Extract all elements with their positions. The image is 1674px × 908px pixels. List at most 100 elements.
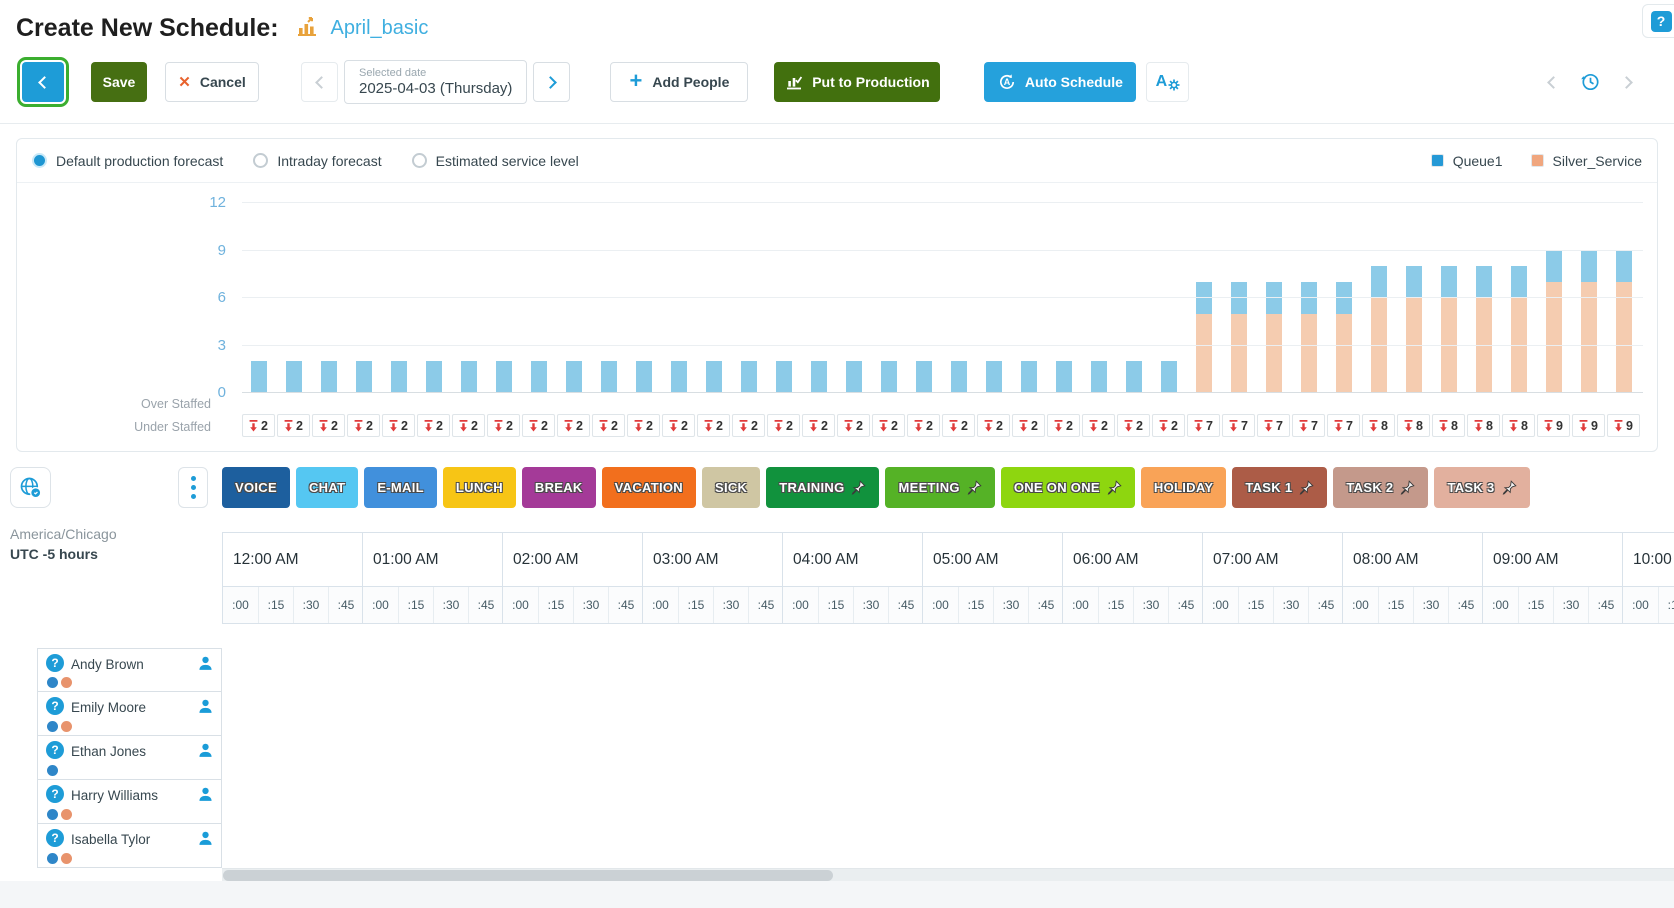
- activity-button-training[interactable]: TRAINING: [766, 467, 879, 508]
- under-staffed-cell: 7: [1292, 414, 1325, 437]
- activity-button-task-2[interactable]: TASK 2: [1333, 467, 1428, 508]
- pin-icon: [851, 480, 866, 495]
- under-staffed-arrow-icon: [389, 420, 398, 432]
- person-icon: [197, 655, 214, 672]
- queue1-segment: [496, 361, 512, 393]
- forecast-option-default-production-forecast[interactable]: Default production forecast: [32, 153, 223, 169]
- scrollbar-thumb[interactable]: [223, 870, 833, 881]
- activity-button-chat[interactable]: CHAT: [296, 467, 358, 508]
- activity-button-meeting[interactable]: MEETING: [885, 467, 994, 508]
- employee-name-cell[interactable]: ?Ethan Jones: [37, 736, 222, 780]
- previous-day-button[interactable]: [301, 62, 338, 102]
- question-icon[interactable]: ?: [46, 829, 64, 847]
- row-options-button[interactable]: [178, 467, 208, 508]
- under-staffed-value: 2: [996, 419, 1003, 433]
- back-button[interactable]: [22, 62, 64, 102]
- activity-label: VOICE: [235, 480, 277, 495]
- quarter-label: :45: [608, 587, 643, 623]
- employee-name-cell[interactable]: ?Isabella Tylor: [37, 824, 222, 868]
- queue1-segment: [1371, 266, 1387, 298]
- activity-button-break[interactable]: BREAK: [522, 467, 596, 508]
- activity-button-voice[interactable]: VOICE: [222, 467, 290, 508]
- over-staffed-label: Over Staffed: [17, 397, 211, 411]
- activity-button-one-on-one[interactable]: ONE ON ONE: [1001, 467, 1135, 508]
- under-staffed-value: 8: [1521, 419, 1528, 433]
- employee-schedule-lane[interactable]: [222, 736, 1674, 780]
- forecast-bar: [391, 361, 407, 393]
- add-people-button[interactable]: + Add People: [610, 62, 748, 102]
- assign-person-button[interactable]: [197, 698, 214, 720]
- question-icon[interactable]: ?: [46, 654, 64, 672]
- employee-name-cell[interactable]: ?Andy Brown: [37, 648, 222, 692]
- legend-item-silver-service[interactable]: Silver_Service: [1531, 153, 1642, 169]
- save-button[interactable]: Save: [91, 62, 147, 102]
- forecast-bar: [1406, 266, 1422, 393]
- quarter-row: :00:15:30:45: [1623, 587, 1674, 623]
- history-back-icon[interactable]: [1547, 76, 1560, 89]
- forecast-option-intraday-forecast[interactable]: Intraday forecast: [253, 153, 381, 169]
- quarter-row: :00:15:30:45: [223, 587, 362, 623]
- employee-schedule-lane[interactable]: [222, 780, 1674, 824]
- assign-person-button[interactable]: [197, 742, 214, 764]
- dot-icon: [191, 494, 196, 499]
- schedule-section: VOICE CHATE-MAILLUNCH BREAK VACATIONSICKTRA…: [0, 462, 1674, 881]
- assign-person-button[interactable]: [197, 830, 214, 852]
- close-icon: ✕: [178, 73, 191, 91]
- horizontal-scrollbar[interactable]: [222, 868, 1674, 881]
- assign-person-button[interactable]: [197, 786, 214, 808]
- forecast-bar: [776, 361, 792, 393]
- under-staffed-value: 2: [961, 419, 968, 433]
- production-chart-icon: [785, 73, 803, 91]
- under-staffed-arrow-icon: [1229, 420, 1238, 432]
- hour-label: 10:00 AM: [1623, 533, 1674, 587]
- activity-settings-button[interactable]: A: [1146, 62, 1189, 102]
- under-staffed-cell: 8: [1467, 414, 1500, 437]
- forecast-option-estimated-service-level[interactable]: Estimated service level: [412, 153, 579, 169]
- history-clock-icon[interactable]: [1579, 71, 1601, 93]
- employee-schedule-lane[interactable]: [222, 648, 1674, 692]
- activity-button-vacation[interactable]: VACATION: [602, 467, 696, 508]
- help-button[interactable]: ?: [1642, 4, 1674, 38]
- hour-column-01-00-am: 01:00 AM:00:15:30:45: [362, 532, 502, 623]
- employee-schedule-lane[interactable]: [222, 692, 1674, 736]
- activity-button-e-mail[interactable]: E-MAIL: [364, 467, 437, 508]
- legend-item-queue1[interactable]: Queue1: [1431, 153, 1503, 169]
- under-staffed-arrow-icon: [599, 420, 608, 432]
- activity-button-holiday[interactable]: HOLIDAY: [1141, 467, 1226, 508]
- employee-row-emily-moore: ?Emily Moore: [37, 692, 1674, 736]
- orange-skill-dot: [61, 809, 72, 820]
- quarter-row: :00:15:30:45: [503, 587, 642, 623]
- put-to-production-button[interactable]: Put to Production: [774, 62, 940, 102]
- activity-button-sick[interactable]: SICK: [702, 467, 760, 508]
- auto-schedule-button[interactable]: A Auto Schedule: [984, 62, 1136, 102]
- pin-icon: [1299, 480, 1314, 495]
- question-icon[interactable]: ?: [46, 741, 64, 759]
- question-icon[interactable]: ?: [46, 697, 64, 715]
- queue1-segment: [1476, 266, 1492, 298]
- under-staffed-cell: 2: [1082, 414, 1115, 437]
- activity-label: TASK 1: [1245, 480, 1292, 495]
- activity-button-lunch[interactable]: LUNCH: [443, 467, 516, 508]
- schedule-name-link[interactable]: April_basic: [331, 17, 429, 40]
- next-day-button[interactable]: [533, 62, 570, 102]
- employee-name-cell[interactable]: ?Emily Moore: [37, 692, 222, 736]
- orange-skill-dot: [61, 677, 72, 688]
- employee-name-cell[interactable]: ?Harry Williams: [37, 780, 222, 824]
- activity-label: BREAK: [535, 480, 583, 495]
- cancel-button[interactable]: ✕ Cancel: [165, 62, 259, 102]
- selected-date-field[interactable]: Selected date 2025-04-03 (Thursday): [344, 60, 527, 104]
- forecast-bar: [496, 361, 512, 393]
- queue1-segment: [286, 361, 302, 393]
- under-staffed-arrow-icon: [1019, 420, 1028, 432]
- activity-button-task-1[interactable]: TASK 1: [1232, 467, 1327, 508]
- quarter-row: :00:15:30:45: [1483, 587, 1622, 623]
- question-icon[interactable]: ?: [46, 785, 64, 803]
- activity-button-task-3[interactable]: TASK 3: [1434, 467, 1529, 508]
- silver-service-segment: [1406, 298, 1422, 393]
- under-staffed-cell: 2: [662, 414, 695, 437]
- employee-schedule-lane[interactable]: [222, 824, 1674, 868]
- under-staffed-cell: 8: [1397, 414, 1430, 437]
- history-forward-icon[interactable]: [1620, 76, 1633, 89]
- assign-person-button[interactable]: [197, 655, 214, 677]
- timezone-button[interactable]: [10, 467, 51, 508]
